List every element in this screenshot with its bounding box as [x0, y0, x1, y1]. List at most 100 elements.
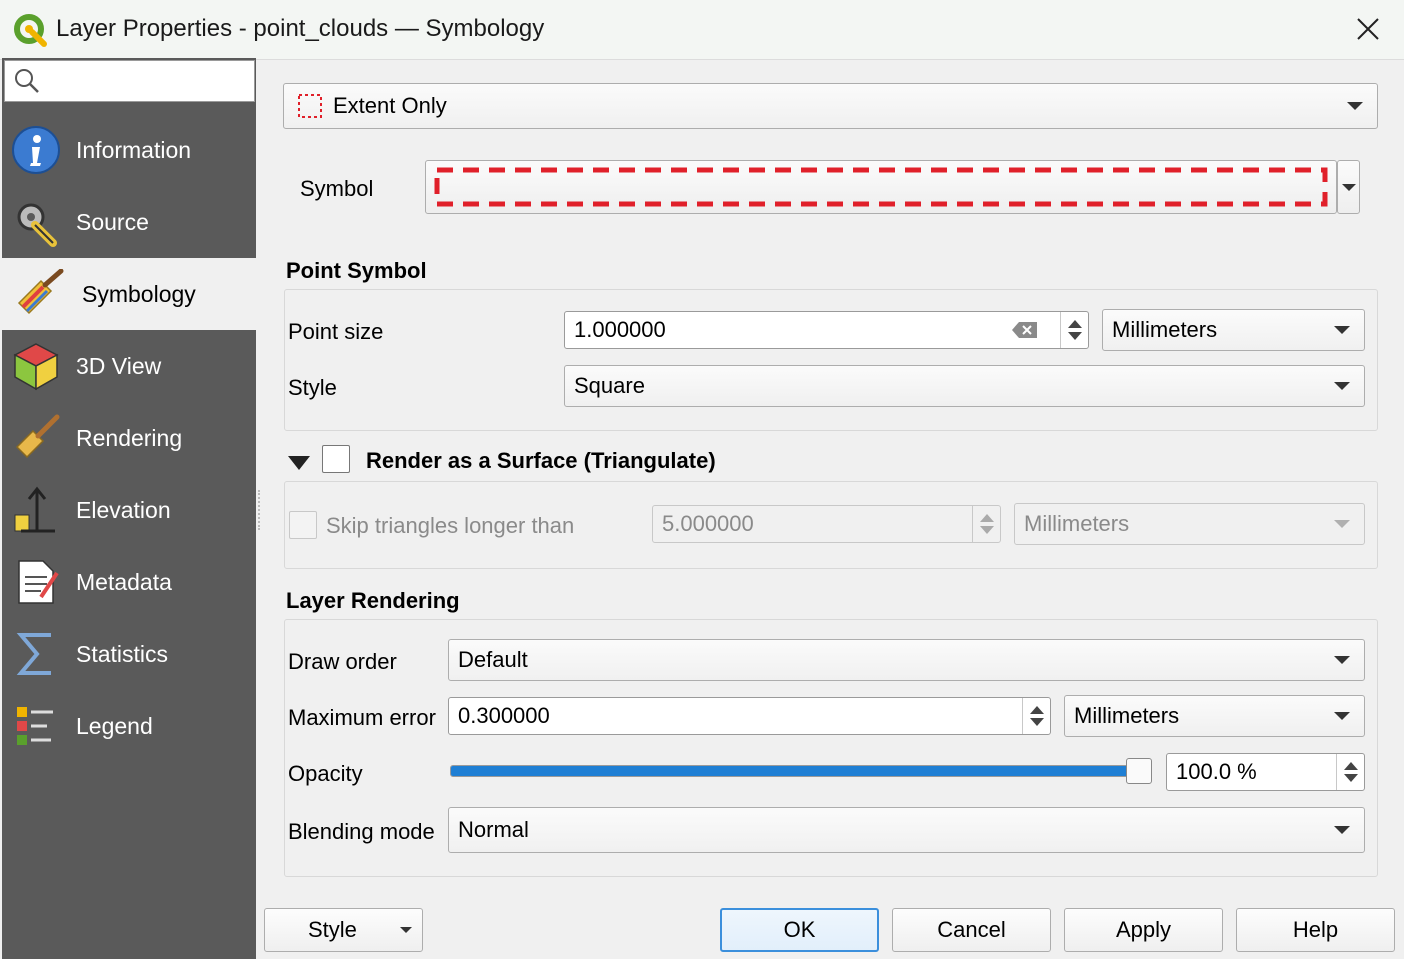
opacity-input[interactable]: 100.0 % — [1166, 753, 1365, 791]
apply-button-label: Apply — [1115, 917, 1172, 942]
opacity-label: Opacity — [288, 761, 363, 786]
symbol-preview — [434, 167, 1328, 207]
sidebar-item-statistics[interactable]: Statistics — [2, 618, 256, 690]
source-tools-icon — [10, 196, 62, 248]
chevron-down-icon — [1334, 520, 1350, 528]
extent-only-icon — [298, 94, 322, 118]
skip-triangles-label: Skip triangles longer than — [326, 513, 575, 538]
brush-icon — [10, 412, 62, 464]
elevation-icon — [10, 484, 62, 536]
sidebar-item-label: Rendering — [76, 424, 183, 451]
maximum-error-unit-value: Millimeters — [1074, 703, 1180, 728]
render-surface-checkbox[interactable] — [322, 445, 350, 473]
splitter-handle[interactable] — [258, 490, 262, 530]
skip-triangles-value: 5.000000 — [662, 511, 754, 536]
point-size-unit-combo[interactable]: Millimeters — [1102, 309, 1365, 351]
chevron-down-icon — [1342, 184, 1356, 191]
blending-mode-value: Normal — [458, 817, 529, 842]
render-surface-title: Render as a Surface (Triangulate) — [366, 448, 716, 473]
skip-triangles-spinner[interactable] — [972, 506, 1000, 542]
maximum-error-value: 0.300000 — [458, 703, 550, 728]
sidebar-item-symbology[interactable]: Symbology — [2, 258, 256, 330]
point-size-input[interactable]: 1.000000 — [564, 311, 1089, 349]
help-button[interactable]: Help — [1236, 908, 1395, 952]
renderer-type-combo[interactable]: Extent Only — [283, 83, 1378, 129]
draw-order-combo[interactable]: Default — [448, 639, 1365, 681]
point-style-value: Square — [574, 373, 645, 398]
sidebar-item-label: 3D View — [76, 352, 162, 379]
chevron-down-icon — [400, 927, 412, 933]
help-button-label: Help — [1292, 917, 1339, 942]
skip-triangles-unit-value: Millimeters — [1024, 511, 1130, 536]
paintbrush-icon — [14, 268, 66, 320]
clear-icon[interactable] — [1011, 320, 1039, 340]
cancel-button-label: Cancel — [937, 917, 1006, 942]
opacity-slider-track[interactable] — [450, 765, 1152, 777]
sidebar-item-metadata[interactable]: Metadata — [2, 546, 256, 618]
point-symbol-title: Point Symbol — [286, 258, 427, 283]
layer-rendering-title: Layer Rendering — [286, 588, 460, 613]
blending-mode-label: Blending mode — [288, 819, 435, 844]
close-button[interactable] — [1340, 6, 1396, 52]
opacity-value: 100.0 % — [1176, 759, 1257, 784]
style-button-label: Style — [308, 917, 357, 942]
ok-button-label: OK — [783, 917, 816, 942]
sidebar-item-source[interactable]: Source — [2, 186, 256, 258]
collapse-triangle-icon[interactable] — [288, 456, 310, 470]
opacity-slider-fill — [451, 766, 1140, 776]
close-icon — [1357, 18, 1379, 40]
sidebar-item-3d-view[interactable]: 3D View — [2, 330, 256, 402]
sigma-icon — [10, 628, 62, 680]
blending-mode-combo[interactable]: Normal — [448, 807, 1365, 853]
sidebar-item-information[interactable]: Information — [2, 114, 256, 186]
skip-triangles-unit-combo[interactable]: Millimeters — [1014, 503, 1365, 545]
chevron-down-icon — [1334, 382, 1350, 390]
skip-triangles-checkbox[interactable] — [289, 511, 317, 539]
renderer-type-value: Extent Only — [333, 93, 447, 118]
chevron-down-icon — [1347, 102, 1363, 110]
sidebar-item-label: Legend — [76, 712, 153, 739]
sidebar-item-label: Elevation — [76, 496, 171, 523]
chevron-down-icon — [1334, 326, 1350, 334]
ok-button[interactable]: OK — [720, 908, 879, 952]
point-size-unit-value: Millimeters — [1112, 317, 1218, 342]
sidebar-item-elevation[interactable]: Elevation — [2, 474, 256, 546]
qgis-logo-icon — [14, 14, 48, 48]
cancel-button[interactable]: Cancel — [892, 908, 1051, 952]
sidebar-item-label: Symbology — [82, 280, 196, 307]
sidebar-item-label: Metadata — [76, 568, 172, 595]
sidebar-item-label: Statistics — [76, 640, 169, 667]
maximum-error-label: Maximum error — [288, 705, 436, 730]
point-style-combo[interactable]: Square — [564, 365, 1365, 407]
maximum-error-unit-combo[interactable]: Millimeters — [1064, 695, 1365, 737]
symbol-button[interactable] — [425, 160, 1337, 214]
symbol-label: Symbol — [300, 176, 374, 201]
window-title: Layer Properties - point_clouds — Symbol… — [56, 15, 545, 42]
chevron-down-icon — [1334, 656, 1350, 664]
search-input[interactable] — [4, 60, 255, 102]
metadata-icon — [10, 556, 62, 608]
sidebar-item-rendering[interactable]: Rendering — [2, 402, 256, 474]
sidebar-item-label: Source — [76, 208, 149, 235]
style-button[interactable]: Style — [264, 908, 423, 952]
point-size-value: 1.000000 — [574, 317, 666, 342]
sidebar-item-legend[interactable]: Legend — [2, 690, 256, 762]
skip-triangles-input[interactable]: 5.000000 — [652, 505, 1001, 543]
draw-order-label: Draw order — [288, 649, 397, 674]
chevron-down-icon — [1334, 712, 1350, 720]
maximum-error-spinner[interactable] — [1022, 698, 1050, 734]
symbol-menu-button[interactable] — [1337, 160, 1360, 214]
style-label: Style — [288, 375, 337, 400]
point-size-spinner[interactable] — [1060, 312, 1088, 348]
chevron-down-icon — [1334, 826, 1350, 834]
search-icon — [15, 69, 39, 93]
info-icon — [10, 124, 62, 176]
opacity-slider-handle[interactable] — [1126, 758, 1152, 784]
maximum-error-input[interactable]: 0.300000 — [448, 697, 1051, 735]
cube-icon — [10, 340, 62, 392]
point-size-label: Point size — [288, 319, 384, 344]
opacity-spinner[interactable] — [1336, 754, 1364, 790]
legend-icon — [10, 700, 62, 752]
apply-button[interactable]: Apply — [1064, 908, 1223, 952]
sidebar-item-label: Information — [76, 136, 192, 163]
